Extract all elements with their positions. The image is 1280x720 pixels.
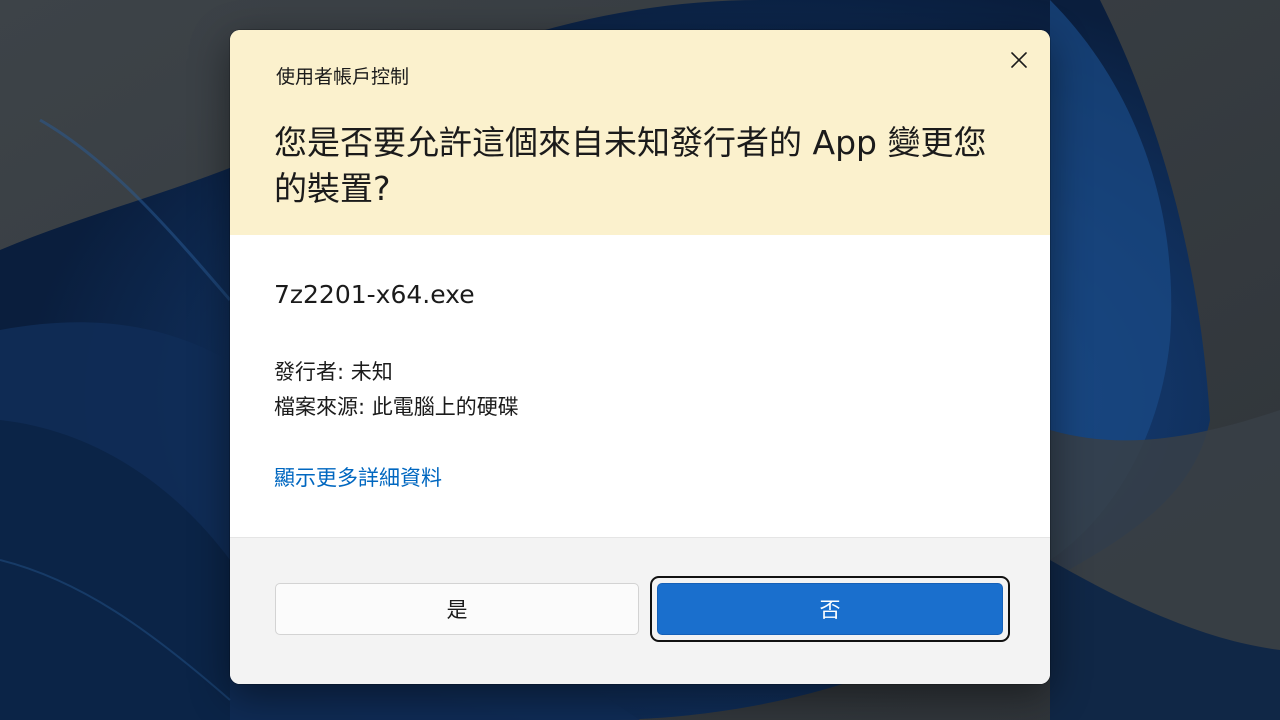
program-name: 7z2201-x64.exe — [274, 280, 475, 309]
dialog-header: 使用者帳戶控制 您是否要允許這個來自未知發行者的 App 變更您的裝置? — [230, 30, 1050, 235]
dialog-headline: 您是否要允許這個來自未知發行者的 App 變更您的裝置? — [274, 123, 987, 208]
close-icon — [1011, 52, 1027, 68]
close-button[interactable] — [998, 42, 1040, 78]
show-more-details-link[interactable]: 顯示更多詳細資料 — [274, 462, 442, 492]
no-button[interactable]: 否 — [657, 583, 1003, 635]
publisher-info: 發行者: 未知 — [274, 360, 393, 384]
dialog-title: 使用者帳戶控制 — [276, 66, 410, 88]
file-origin-info: 檔案來源: 此電腦上的硬碟 — [274, 395, 519, 419]
yes-button[interactable]: 是 — [275, 583, 639, 635]
uac-dialog: 使用者帳戶控制 您是否要允許這個來自未知發行者的 App 變更您的裝置? 7z2… — [230, 30, 1050, 684]
